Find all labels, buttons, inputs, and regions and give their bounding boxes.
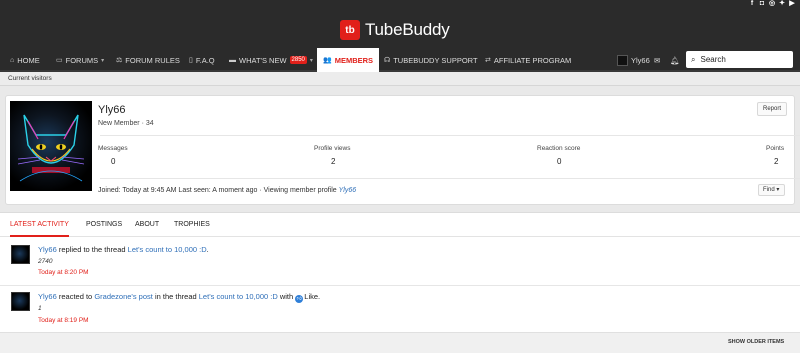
- avatar[interactable]: [11, 292, 30, 311]
- joined-text: Joined: Today at 9:45 AM Last seen: A mo…: [98, 187, 337, 194]
- activity-action: replied to the thread: [58, 245, 126, 254]
- nav-forums[interactable]: ▭ FORUMS ▾: [56, 48, 104, 72]
- logo-mark-icon: tb: [340, 20, 360, 40]
- activity-line: Yly66 replied to the thread Let's count …: [38, 245, 209, 254]
- find-label: Find: [763, 187, 775, 193]
- nav-account[interactable]: Yly66: [617, 48, 650, 72]
- search-icon: ⌕: [691, 54, 696, 64]
- affiliate-icon: ⇄: [485, 57, 491, 64]
- book-icon: ▯: [189, 57, 193, 64]
- activity-action: reacted to: [58, 292, 93, 301]
- nav-home[interactable]: ⌂ HOME: [10, 48, 40, 72]
- profile-divider: [100, 135, 800, 136]
- search-button[interactable]: ⌕ Search: [686, 51, 793, 68]
- rules-icon: ⚖: [116, 57, 123, 64]
- activity-divider: [0, 285, 800, 286]
- whats-new-count-badge: 2850: [289, 56, 307, 64]
- social-links: f ◘ ◎ ✦ ▶: [748, 0, 796, 10]
- twitter-icon[interactable]: ✦: [778, 0, 786, 8]
- show-older-items-button[interactable]: SHOW OLDER ITEMS: [728, 339, 784, 345]
- forums-icon: ▭: [56, 57, 63, 64]
- profile-divider: [100, 178, 800, 179]
- stat-profile-views-value: 2: [331, 157, 336, 166]
- activity-time[interactable]: Today at 8:19 PM: [38, 317, 89, 324]
- stat-messages-value[interactable]: 0: [111, 157, 115, 166]
- chevron-down-icon[interactable]: ▾: [310, 57, 313, 64]
- nav-affiliate[interactable]: ⇄ AFFILIATE PROGRAM: [485, 48, 571, 72]
- nav-members-label: MEMBERS: [334, 55, 374, 65]
- stat-points-label: Points: [766, 145, 785, 152]
- users-icon: 👥: [323, 57, 332, 64]
- activity-in-thread: in the thread: [154, 292, 197, 301]
- stat-profile-views-label: Profile views: [314, 145, 351, 152]
- nav-faq[interactable]: ▯ F.A.Q: [189, 48, 215, 72]
- nav-username: Yly66: [631, 55, 650, 65]
- bell-icon[interactable]: 🔔︎: [670, 48, 680, 72]
- activity-thread-link[interactable]: Let's count to 10,000 :D: [128, 245, 207, 254]
- nav-forum-rules[interactable]: ⚖ FORUM RULES: [116, 48, 180, 72]
- nav-support[interactable]: ☊ TUBEBUDDY SUPPORT: [384, 48, 478, 72]
- stat-reaction-score-label: Reaction score: [537, 145, 581, 152]
- chevron-down-icon: ▾: [776, 187, 780, 193]
- tubebuddy-logo[interactable]: tb TubeBuddy: [340, 20, 450, 40]
- activity-reaction: Like.: [304, 292, 321, 301]
- nav-support-label: TUBEBUDDY SUPPORT: [393, 55, 478, 65]
- find-dropdown[interactable]: Find ▾: [758, 184, 785, 196]
- activity-snippet: 1: [38, 305, 42, 312]
- activity-trail: .: [206, 245, 209, 254]
- subnav: Current visitors: [0, 72, 800, 86]
- logo-text: TubeBuddy: [365, 20, 450, 39]
- activity-user-link[interactable]: Yly66: [38, 245, 57, 254]
- nav-whats-new[interactable]: ▬ WHAT'S NEW 2850 ▾: [229, 48, 313, 72]
- profile-avatar[interactable]: [10, 101, 92, 191]
- profile-username: Yly66: [98, 104, 126, 116]
- stat-messages-label: Messages: [98, 145, 128, 152]
- nav-forums-label: FORUMS: [65, 55, 99, 65]
- inbox-icon[interactable]: ✉: [654, 48, 660, 72]
- tab-latest-activity[interactable]: LATEST ACTIVITY: [10, 212, 69, 237]
- current-visitors-link[interactable]: Current visitors: [8, 75, 52, 82]
- activity-footer: [0, 332, 800, 353]
- report-button[interactable]: Report: [757, 102, 787, 116]
- nav-home-label: HOME: [17, 55, 40, 65]
- tab-trophies[interactable]: TROPHIES: [174, 212, 210, 237]
- profile-user-title: New Member · 34: [98, 120, 154, 127]
- activity-post-link[interactable]: Gradezone's post: [94, 292, 153, 301]
- like-icon: 👍︎: [295, 295, 304, 303]
- tab-about[interactable]: ABOUT: [135, 212, 159, 237]
- instagram-icon[interactable]: ◎: [768, 0, 776, 8]
- activity-snippet: 2740: [38, 258, 53, 265]
- nav-faq-label: F.A.Q: [195, 55, 215, 65]
- nav-members[interactable]: 👥 MEMBERS: [317, 48, 380, 72]
- nav-affiliate-label: AFFILIATE PROGRAM: [493, 55, 572, 65]
- nav-whats-new-label: WHAT'S NEW: [239, 55, 287, 65]
- comment-icon: ▬: [229, 56, 236, 64]
- nav-forum-rules-label: FORUM RULES: [125, 55, 180, 65]
- site-header: tb TubeBuddy f ◘ ◎ ✦ ▶: [0, 0, 800, 48]
- youtube-icon[interactable]: ▶: [788, 0, 796, 8]
- home-icon: ⌂: [10, 56, 15, 64]
- stat-reaction-score-value[interactable]: 0: [557, 157, 561, 166]
- viewing-profile-link[interactable]: Yly66: [339, 187, 357, 194]
- activity-line: Yly66 reacted to Gradezone's post in the…: [38, 292, 320, 303]
- joined-line: Joined: Today at 9:45 AM Last seen: A mo…: [98, 187, 356, 194]
- facebook-icon[interactable]: f: [748, 0, 756, 8]
- main-nav: ⌂ HOME ▭ FORUMS ▾ ⚖ FORUM RULES ▯ F.A.Q …: [0, 48, 800, 72]
- activity-user-link[interactable]: Yly66: [38, 292, 57, 301]
- chevron-down-icon[interactable]: ▾: [101, 57, 104, 64]
- tab-postings[interactable]: POSTINGS: [86, 212, 122, 237]
- discord-icon[interactable]: ◘: [758, 0, 766, 8]
- activity-thread-link[interactable]: Let's count to 10,000 :D: [199, 292, 278, 301]
- activity-time[interactable]: Today at 8:20 PM: [38, 269, 89, 276]
- headset-icon: ☊: [384, 57, 391, 64]
- stat-points-value[interactable]: 2: [774, 157, 778, 166]
- avatar[interactable]: [11, 245, 30, 264]
- avatar: [617, 54, 628, 66]
- search-label: Search: [700, 55, 726, 64]
- activity-with: with: [279, 292, 294, 301]
